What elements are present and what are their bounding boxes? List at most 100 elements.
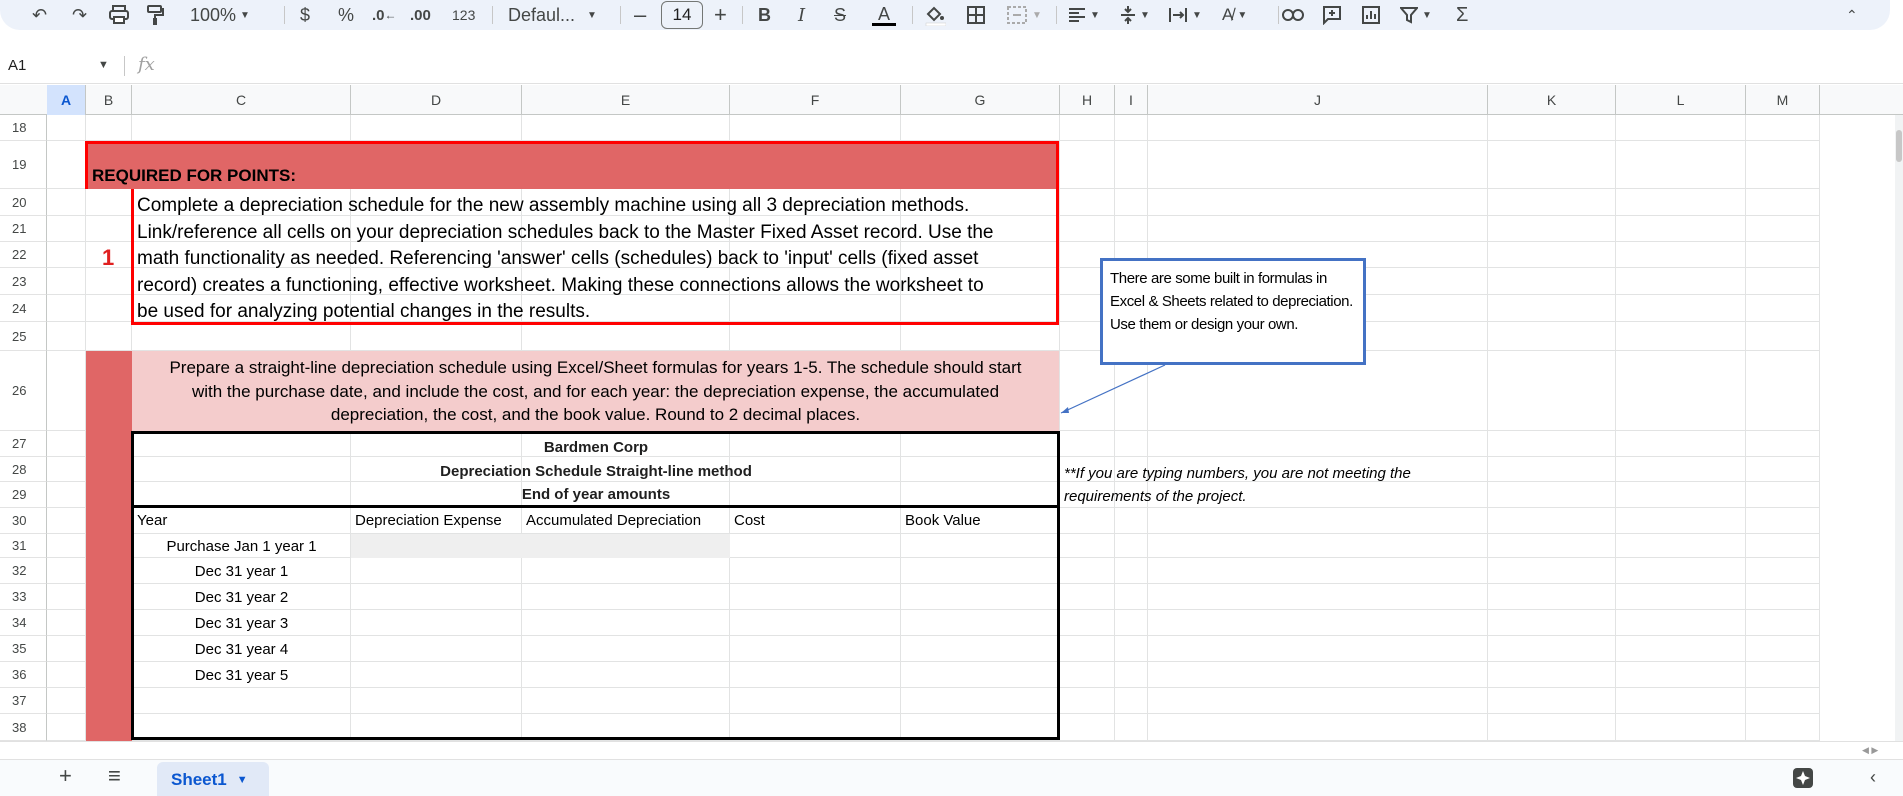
row-header-20[interactable]: 20 (0, 189, 47, 216)
insert-link-icon[interactable] (1282, 2, 1304, 28)
italic-button[interactable]: I (798, 2, 805, 28)
strikethrough-button[interactable]: S (834, 2, 846, 28)
table-header-cell[interactable]: Depreciation Expense (355, 512, 502, 529)
bold-button[interactable]: B (758, 2, 771, 28)
column-header-b[interactable]: B (86, 85, 132, 115)
vertical-align-icon[interactable]: ▼ (1120, 2, 1150, 28)
instruction-line[interactable]: math functionality as needed. Referencin… (137, 248, 1057, 270)
fill-color-icon[interactable] (924, 2, 946, 28)
column-header-k[interactable]: K (1488, 85, 1616, 115)
font-family-select[interactable]: Defaul... ▼ (508, 2, 597, 28)
instruction-line[interactable]: Complete a depreciation schedule for the… (137, 195, 1057, 217)
row-header-30[interactable]: 30 (0, 508, 47, 534)
column-header-i[interactable]: I (1115, 85, 1148, 115)
column-header-c[interactable]: C (132, 85, 351, 115)
redo-icon[interactable]: ↷ (72, 2, 87, 28)
row-header-27[interactable]: 27 (0, 431, 47, 457)
decrease-decimal-button[interactable]: .0 ← (372, 2, 397, 28)
row-header-37[interactable]: 37 (0, 688, 47, 714)
row-header-35[interactable]: 35 (0, 636, 47, 662)
year-cell[interactable]: Dec 31 year 3 (134, 615, 349, 632)
chevron-down-icon[interactable]: ▼ (98, 59, 109, 71)
year-cell[interactable]: Dec 31 year 4 (134, 641, 349, 658)
column-header-d[interactable]: D (351, 85, 522, 115)
table-header-cell[interactable]: Accumulated Depreciation (526, 512, 701, 529)
column-header-m[interactable]: M (1746, 85, 1820, 115)
row-header-33[interactable]: 33 (0, 584, 47, 610)
print-icon[interactable] (108, 2, 130, 28)
horizontal-scrollbar[interactable] (0, 741, 1903, 759)
schedule-subtitle[interactable]: End of year amounts (134, 486, 1058, 503)
column-header-f[interactable]: F (730, 85, 901, 115)
table-header-cell[interactable]: Cost (734, 512, 765, 529)
column-header-h[interactable]: H (1060, 85, 1115, 115)
year-cell[interactable]: Purchase Jan 1 year 1 (134, 538, 349, 555)
column-header-l[interactable]: L (1616, 85, 1746, 115)
row-header-28[interactable]: 28 (0, 457, 47, 482)
scroll-arrows-icon[interactable]: ◀ ▶ (1862, 745, 1878, 756)
company-name[interactable]: Bardmen Corp (134, 439, 1058, 456)
year-cell[interactable]: Dec 31 year 2 (134, 589, 349, 606)
explore-icon[interactable] (1792, 767, 1814, 795)
currency-format-button[interactable]: $ (300, 2, 310, 28)
insert-chart-icon[interactable] (1362, 2, 1380, 28)
row-header-32[interactable]: 32 (0, 558, 47, 584)
instruction-line[interactable]: be used for analyzing potential changes … (137, 301, 1057, 323)
add-sheet-icon[interactable]: + (59, 763, 72, 789)
borders-icon[interactable] (966, 2, 986, 28)
instruction-line[interactable]: Link/reference all cells on your depreci… (137, 222, 1057, 244)
year-cell[interactable]: Dec 31 year 5 (134, 667, 349, 684)
item-number[interactable]: 1 (102, 245, 114, 271)
text-rotation-icon[interactable]: A̸ ▼ (1222, 2, 1247, 28)
straightline-line[interactable]: with the purchase date, and include the … (132, 382, 1059, 402)
row-header-26[interactable]: 26 (0, 351, 47, 431)
row-header-23[interactable]: 23 (0, 268, 47, 295)
table-header-cell[interactable]: Book Value (905, 512, 981, 529)
all-sheets-icon[interactable]: ≡ (108, 763, 121, 789)
row-header-19[interactable]: 19 (0, 141, 47, 189)
chevron-left-icon[interactable]: ‹ (1870, 767, 1876, 788)
font-size-input[interactable]: 14 (661, 1, 703, 29)
undo-icon[interactable]: ↶ (32, 2, 47, 28)
more-formats-button[interactable]: 123 (452, 2, 475, 28)
horizontal-align-icon[interactable]: ▼ (1068, 2, 1100, 28)
percent-format-button[interactable]: % (338, 2, 354, 28)
scrollbar-thumb[interactable] (1896, 130, 1902, 162)
column-header-j[interactable]: J (1148, 85, 1488, 115)
warning-line[interactable]: **If you are typing numbers, you are not… (1064, 465, 1411, 482)
warning-line[interactable]: requirements of the project. (1064, 488, 1247, 505)
text-color-button[interactable]: A (872, 2, 896, 28)
zoom-select[interactable]: 100% ▼ (190, 2, 250, 28)
filter-icon[interactable]: ▼ (1400, 2, 1432, 28)
formula-note-box[interactable]: There are some built in formulas in Exce… (1100, 258, 1366, 365)
schedule-title[interactable]: Depreciation Schedule Straight-line meth… (134, 463, 1058, 480)
table-header-cell[interactable]: Year (137, 512, 167, 529)
row-header-38[interactable]: 38 (0, 714, 47, 741)
row-header-18[interactable]: 18 (0, 115, 47, 141)
increase-decimal-button[interactable]: .00 (410, 2, 431, 28)
paint-format-icon[interactable] (146, 2, 164, 28)
straightline-line[interactable]: depreciation, the cost, and the book val… (132, 405, 1059, 425)
merge-cells-icon[interactable]: ▼ (1006, 2, 1042, 28)
text-wrapping-icon[interactable]: ▼ (1168, 2, 1202, 28)
row-header-24[interactable]: 24 (0, 295, 47, 322)
functions-icon[interactable]: Σ (1456, 2, 1468, 28)
chevron-up-icon[interactable]: ⌃ (1846, 2, 1858, 28)
column-header-g[interactable]: G (901, 85, 1060, 115)
row-header-25[interactable]: 25 (0, 322, 47, 351)
row-header-36[interactable]: 36 (0, 662, 47, 688)
row-header-31[interactable]: 31 (0, 534, 47, 558)
straightline-line[interactable]: Prepare a straight-line depreciation sch… (132, 358, 1059, 378)
row-header-29[interactable]: 29 (0, 482, 47, 508)
vertical-scrollbar[interactable] (1895, 115, 1903, 741)
decrease-font-size-button[interactable]: – (634, 2, 646, 28)
row-header-34[interactable]: 34 (0, 610, 47, 636)
name-box[interactable]: A1 (8, 57, 26, 74)
column-header-e[interactable]: E (522, 85, 730, 115)
year-cell[interactable]: Dec 31 year 1 (134, 563, 349, 580)
row-header-22[interactable]: 22 (0, 242, 47, 268)
insert-comment-icon[interactable] (1322, 2, 1342, 28)
instruction-line[interactable]: record) creates a functioning, effective… (137, 275, 1057, 297)
increase-font-size-button[interactable]: + (714, 2, 727, 28)
column-header-a[interactable]: A (47, 85, 86, 115)
